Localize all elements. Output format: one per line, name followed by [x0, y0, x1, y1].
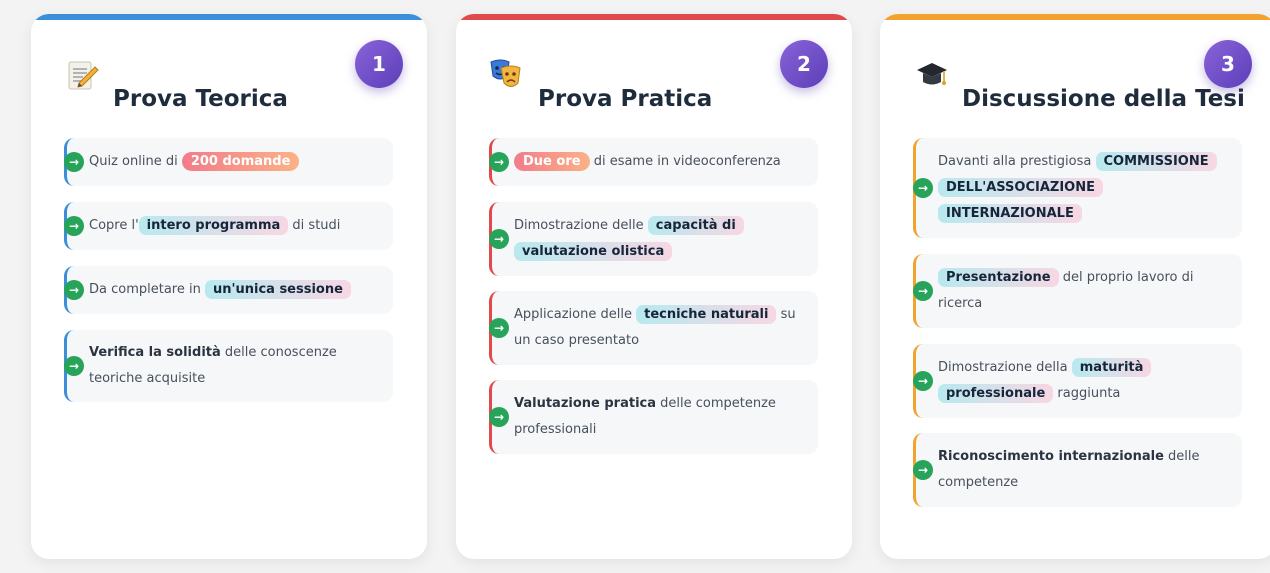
- highlight-text: un'unica sessione: [204, 280, 351, 299]
- highlight-text: intero programma: [138, 216, 289, 235]
- step-number-badge: 1: [355, 40, 403, 88]
- arrow-right-icon: →: [64, 216, 84, 236]
- arrow-right-icon: →: [913, 281, 933, 301]
- arrow-right-icon: →: [489, 407, 509, 427]
- arrow-right-icon: →: [489, 318, 509, 338]
- list-item: → Presentazione del proprio lavoro di ri…: [913, 254, 1242, 328]
- memo-pencil-icon: [65, 58, 101, 94]
- list-item: → Riconoscimento internazionale delle co…: [913, 433, 1242, 507]
- card-accent-bar: [456, 14, 852, 20]
- theater-masks-icon: [487, 56, 523, 92]
- card-accent-bar: [31, 14, 427, 20]
- arrow-right-icon: →: [64, 356, 84, 376]
- arrow-right-icon: →: [64, 152, 84, 172]
- list-item: → Da completare in un'unica sessione: [64, 266, 393, 314]
- arrow-right-icon: →: [489, 152, 509, 172]
- card-title: Prova Teorica: [113, 86, 288, 112]
- step-number-badge: 3: [1204, 40, 1252, 88]
- list-item: → Applicazione delle tecniche naturali s…: [489, 291, 818, 365]
- highlight-badge: 200 domande: [181, 152, 300, 171]
- step-number-badge: 2: [780, 40, 828, 88]
- list-item: → Due ore di esame in videoconferenza: [489, 138, 818, 186]
- arrow-right-icon: →: [913, 460, 933, 480]
- highlight-text: Presentazione: [938, 268, 1059, 287]
- card-title: Prova Pratica: [538, 86, 713, 112]
- arrow-right-icon: →: [913, 371, 933, 391]
- arrow-right-icon: →: [489, 229, 509, 249]
- list-item: → Davanti alla prestigiosa COMMISSIONE D…: [913, 138, 1242, 238]
- list-item: → Copre l' intero programma di studi: [64, 202, 393, 250]
- list-item: → Verifica la solidità delle conoscenze …: [64, 330, 393, 402]
- list-item: → Dimostrazione della maturità professio…: [913, 344, 1242, 418]
- graduation-cap-icon: [914, 58, 950, 94]
- list-item: → Valutazione pratica delle competenze p…: [489, 380, 818, 454]
- card-prova-pratica: 2 Prova Pratica → Due ore di esame in vi…: [456, 14, 852, 559]
- card-accent-bar: [880, 14, 1270, 20]
- list-item: → Quiz online di 200 domande: [64, 138, 393, 186]
- list-item: → Dimostrazione delle capacità di valuta…: [489, 202, 818, 276]
- card-prova-teorica: 1 Prova Teorica → Quiz online di 200 dom…: [31, 14, 427, 559]
- highlight-badge: Due ore: [514, 152, 590, 171]
- highlight-text: tecniche naturali: [636, 305, 777, 324]
- arrow-right-icon: →: [64, 280, 84, 300]
- card-discussione-tesi: 3 Discussione della Tesi → Davanti alla …: [880, 14, 1270, 559]
- card-title: Discussione della Tesi: [962, 86, 1245, 112]
- arrow-right-icon: →: [913, 178, 933, 198]
